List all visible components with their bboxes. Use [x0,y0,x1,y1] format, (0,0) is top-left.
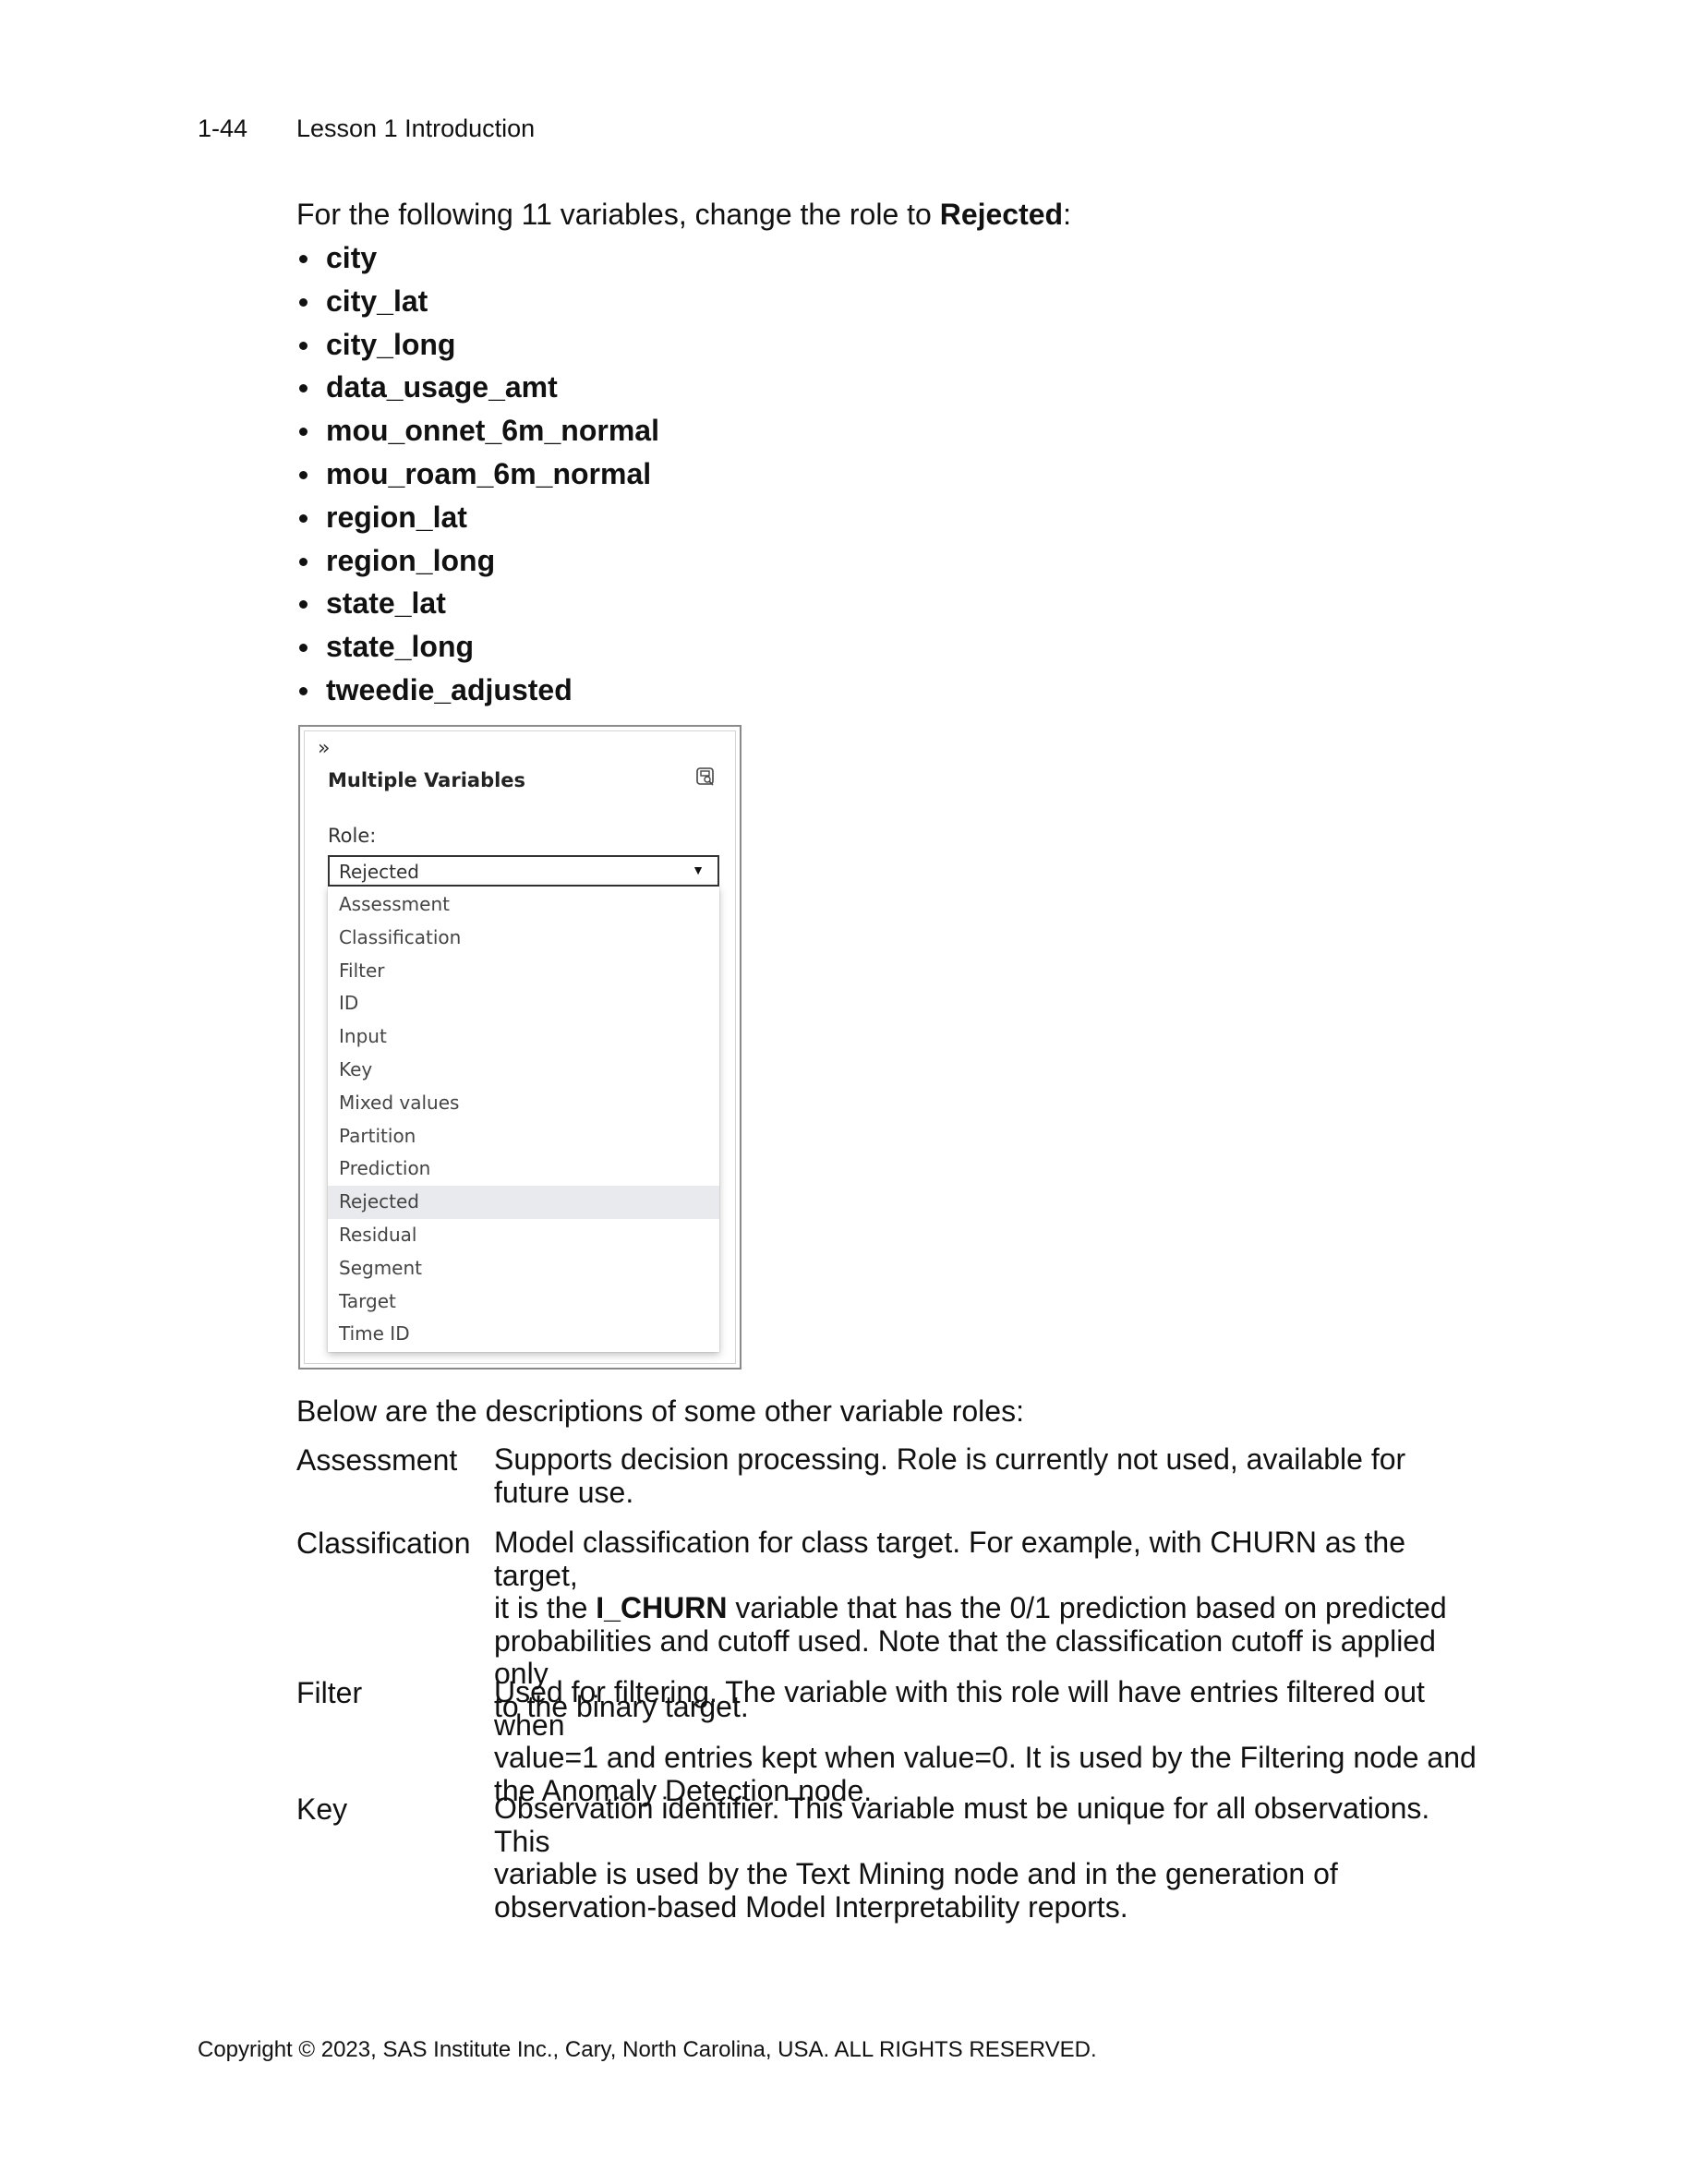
role-dropdown-list: Assessment Classification Filter ID Inpu… [328,887,719,1352]
intro-sentence: For the following 11 variables, change t… [296,198,1071,232]
role-select[interactable]: Rejected ▼ [328,855,719,887]
role-select-value: Rejected [339,861,420,883]
term-classification: Classification [296,1526,471,1560]
multiple-variables-panel: » Multiple Variables Role: Rejected ▼ As… [304,730,736,1364]
definition-line: Observation identifier. This variable mu… [494,1792,1430,1858]
term-key: Key [296,1792,348,1826]
chevron-down-icon: ▼ [692,863,705,877]
definition-line: value=1 and entries kept when value=0. I… [494,1741,1477,1774]
role-option-prediction[interactable]: Prediction [328,1152,719,1186]
intro-role: Rejected [939,198,1064,231]
panel-title: Multiple Variables [328,769,526,791]
multiple-variables-screenshot: » Multiple Variables Role: Rejected ▼ As… [298,725,742,1370]
variable-item: region_long [296,539,659,583]
variable-item: state_long [296,625,659,669]
variable-item: tweedie_adjusted [296,669,659,712]
term-assessment: Assessment [296,1443,458,1477]
variable-name-bold: I_CHURN [596,1591,728,1624]
term-filter: Filter [296,1676,363,1709]
role-option-target[interactable]: Target [328,1285,719,1319]
variable-list: city city_lat city_long data_usage_amt m… [296,236,659,712]
definition-filter: Used for filtering. The variable with th… [494,1675,1491,1807]
definition-line: variable is used by the Text Mining node… [494,1857,1338,1890]
variable-item: city_lat [296,280,659,323]
variable-item: city [296,236,659,280]
definition-line: Used for filtering. The variable with th… [494,1675,1425,1742]
intro-suffix: : [1063,198,1071,231]
variable-item: mou_onnet_6m_normal [296,409,659,452]
variable-item: region_lat [296,496,659,539]
lesson-title: Lesson 1 Introduction [296,115,536,142]
definition-key: Observation identifier. This variable mu… [494,1792,1491,1924]
copyright-footer: Copyright © 2023, SAS Institute Inc., Ca… [198,2037,1097,2062]
definition-line: Model classification for class target. F… [494,1526,1406,1592]
intro-prefix: For the following 11 variables, change t… [296,198,940,231]
role-option-input[interactable]: Input [328,1020,719,1054]
definition-text: it is the [494,1591,597,1624]
variable-item: state_lat [296,582,659,625]
variable-item: city_long [296,323,659,367]
role-option-partition[interactable]: Partition [328,1120,719,1153]
role-label: Role: [328,825,377,847]
descriptions-intro: Below are the descriptions of some other… [296,1394,1024,1428]
role-option-residual[interactable]: Residual [328,1219,719,1252]
definition-line: Supports decision processing. Role is cu… [494,1442,1406,1476]
definition-line: it is the I_CHURN variable that has the … [494,1591,1491,1625]
page-number: 1-44 [198,115,248,142]
save-settings-icon[interactable] [695,766,716,787]
definition-assessment: Supports decision processing. Role is cu… [494,1442,1491,1509]
definition-line: observation-based Model Interpretability… [494,1889,1128,1924]
role-option-mixed-values[interactable]: Mixed values [328,1087,719,1120]
role-option-assessment[interactable]: Assessment [328,888,719,922]
role-option-id[interactable]: ID [328,987,719,1020]
role-option-rejected[interactable]: Rejected [328,1186,719,1219]
role-option-classification[interactable]: Classification [328,922,719,955]
role-option-segment[interactable]: Segment [328,1252,719,1285]
role-option-time-id[interactable]: Time ID [328,1318,719,1351]
variable-item: mou_roam_6m_normal [296,452,659,496]
definition-line: future use. [494,1475,634,1509]
definition-text: variable that has the 0/1 prediction bas… [727,1591,1447,1624]
role-option-key[interactable]: Key [328,1054,719,1087]
role-option-filter[interactable]: Filter [328,955,719,988]
variable-item: data_usage_amt [296,366,659,409]
collapse-panel-icon[interactable]: » [318,737,330,760]
